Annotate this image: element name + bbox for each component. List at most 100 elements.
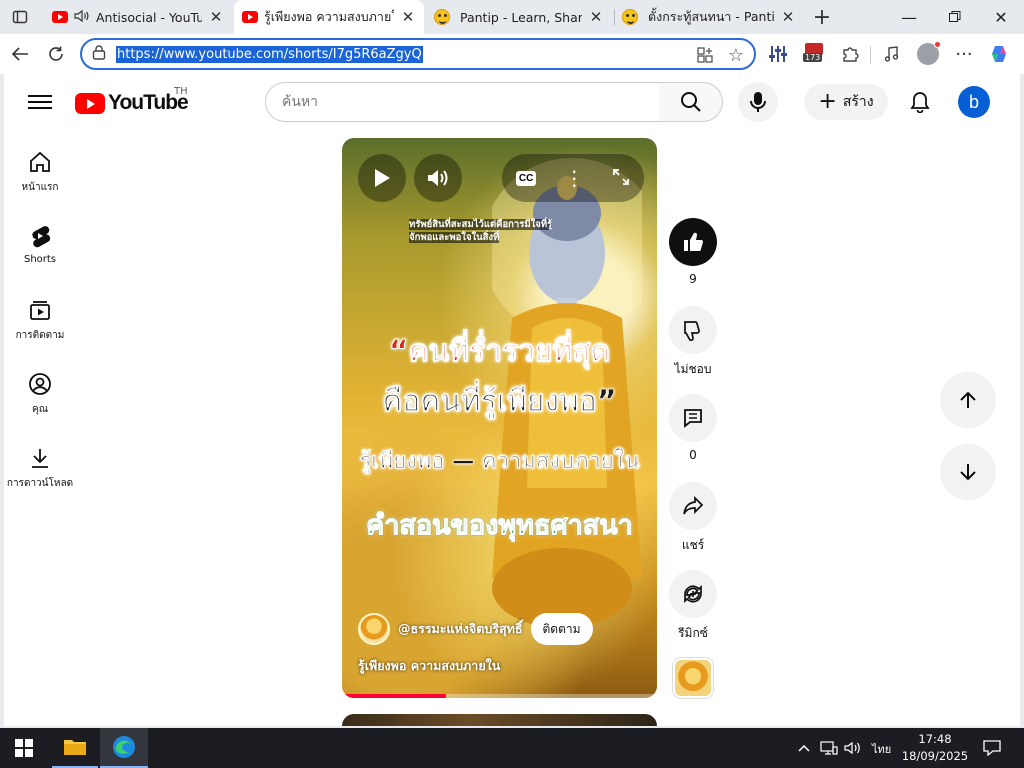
tab-title: รู้เพียงพอ ความสงบภายใน - YouTube	[264, 9, 394, 24]
overlay-caption-line: ทรัพย์สินที่สะสมไว้แต่คือการมีใจที่รู้	[409, 219, 553, 230]
remix-label: รีมิกซ์	[678, 626, 708, 640]
guide-item-subscriptions[interactable]: การติดตาม	[4, 286, 76, 360]
refresh-icon[interactable]	[42, 40, 70, 68]
tab-close-icon[interactable]: ✕	[208, 8, 224, 26]
account-avatar[interactable]: b	[958, 86, 990, 118]
like-count: 9	[689, 272, 697, 286]
profile-avatar-icon[interactable]	[914, 40, 942, 68]
folder-icon	[64, 740, 86, 755]
fullscreen-icon[interactable]	[612, 168, 630, 189]
arrow-down-icon	[960, 464, 976, 481]
next-short-preview[interactable]	[342, 714, 657, 726]
pantip-emoji-icon	[622, 9, 638, 25]
notification-center-icon[interactable]	[978, 728, 1006, 768]
close-window-icon[interactable]: ✕	[978, 0, 1024, 34]
guide-item-shorts[interactable]: Shorts	[4, 212, 76, 286]
favorite-star-icon[interactable]: ☆	[728, 45, 744, 66]
subscribe-button[interactable]: ติดตาม	[530, 613, 593, 645]
progress-bar[interactable]	[342, 694, 657, 698]
channel-row: @ธรรมะแห่งจิตบริสุทธิ์ ติดตาม	[358, 612, 593, 646]
new-tab-icon[interactable]: +	[808, 3, 836, 31]
you-icon	[29, 373, 51, 395]
like-button[interactable]	[669, 218, 717, 266]
comments-button[interactable]	[669, 394, 717, 442]
minimize-icon[interactable]: —	[886, 0, 932, 34]
taskbar-clock[interactable]: 17:48 18/09/2025	[900, 731, 970, 765]
guide-label: การติดตาม	[15, 330, 65, 341]
input-language[interactable]: ไทย	[872, 740, 891, 758]
tab-title: Pantip - Learn, Share & Fun	[460, 9, 582, 25]
captions-button[interactable]: CC	[515, 170, 537, 186]
restore-icon[interactable]	[932, 0, 978, 34]
extension-badge: 173	[803, 53, 823, 62]
previous-short-button[interactable]	[940, 372, 996, 428]
search-input[interactable]	[282, 94, 659, 110]
tab-close-icon[interactable]: ✕	[588, 8, 604, 26]
volume-tray-icon[interactable]	[842, 728, 864, 768]
tab-actions-icon[interactable]	[6, 3, 34, 31]
youtube-icon	[242, 11, 258, 23]
play-button[interactable]	[358, 154, 406, 202]
thumbs-up-icon	[684, 232, 703, 251]
edge-icon	[113, 736, 135, 758]
speaker-icon[interactable]	[74, 9, 90, 26]
search-box[interactable]	[265, 82, 660, 122]
volume-button[interactable]	[414, 154, 462, 202]
show-hidden-icons[interactable]	[794, 728, 814, 768]
file-explorer-taskbar[interactable]	[52, 728, 98, 768]
guide-item-you[interactable]: คุณ	[4, 360, 76, 434]
short-video-player[interactable]: CC ⋮ ทรัพย์สินที่สะสมไว้แต่คือการมีใจที่…	[342, 138, 657, 698]
tab-pantip-home[interactable]: Pantip - Learn, Share & Fun ✕	[426, 0, 612, 34]
more-options-icon[interactable]: ···	[950, 40, 978, 68]
extensions-puzzle-icon[interactable]	[836, 40, 864, 68]
site-info-lock-icon[interactable]	[92, 45, 106, 63]
equalizer-extension-icon[interactable]	[764, 40, 792, 68]
sound-thumbnail[interactable]	[673, 658, 713, 698]
video-tools: CC ⋮	[502, 154, 644, 202]
back-icon[interactable]	[6, 40, 34, 68]
remix-button[interactable]	[669, 570, 717, 618]
guide-item-downloads[interactable]: การดาวน์โหลด	[4, 434, 76, 508]
tab-close-icon[interactable]: ✕	[400, 8, 416, 26]
remix-action: รีมิกซ์	[669, 570, 717, 643]
download-icon	[32, 449, 48, 468]
hamburger-menu-icon[interactable]	[28, 92, 52, 112]
tab-close-icon[interactable]: ✕	[780, 8, 796, 26]
notifications-button[interactable]	[900, 82, 940, 122]
share-button[interactable]	[669, 482, 717, 530]
plus-icon: +	[818, 89, 837, 114]
like-action: 9	[669, 218, 717, 286]
tab-pantip-post[interactable]: ตั้งกระทู้สนทนา - Pantip ✕	[614, 0, 804, 34]
tab-active-short[interactable]: รู้เพียงพอ ความสงบภายใน - YouTube ✕	[234, 0, 424, 34]
tab-antisocial[interactable]: Antisocial - YouTube ✕	[44, 0, 232, 34]
channel-name[interactable]: @ธรรมะแห่งจิตบริสุทธิ์	[398, 619, 523, 639]
comment-count: 0	[689, 448, 697, 462]
remix-icon	[684, 584, 702, 604]
youtube-logo[interactable]: YouTube	[75, 91, 189, 115]
search-button[interactable]	[659, 82, 723, 122]
media-control-icon[interactable]	[878, 40, 906, 68]
more-vert-icon[interactable]: ⋮	[564, 168, 584, 188]
short-title[interactable]: รู้เพียงพอ ความสงบภายใน	[358, 656, 500, 676]
toolbar-divider	[870, 46, 871, 64]
calendar-extension-icon[interactable]: 173	[800, 40, 828, 68]
app-available-icon[interactable]	[696, 46, 714, 67]
address-bar[interactable]: https://www.youtube.com/shorts/I7g5R6aZg…	[80, 38, 756, 70]
dislike-button[interactable]	[669, 306, 717, 354]
voice-search-button[interactable]	[738, 82, 778, 122]
copilot-icon[interactable]	[986, 40, 1014, 68]
browser-tab-bar: Antisocial - YouTube ✕ รู้เพียงพอ ความสง…	[0, 0, 1024, 34]
tab-title: Antisocial - YouTube	[96, 9, 202, 25]
play-icon	[375, 169, 390, 187]
subscriptions-icon	[30, 301, 50, 320]
next-short-button[interactable]	[940, 444, 996, 500]
create-button[interactable]: + สร้าง	[804, 84, 888, 120]
guide-item-home[interactable]: หน้าแรก	[4, 138, 76, 212]
edge-taskbar[interactable]	[100, 728, 148, 768]
network-icon[interactable]	[818, 728, 840, 768]
channel-avatar[interactable]	[358, 613, 390, 645]
country-code: TH	[174, 86, 188, 97]
start-button[interactable]	[0, 728, 48, 768]
youtube-page: YouTube TH + สร้าง b หน้าแรก Shorts การต…	[4, 74, 1020, 726]
address-url[interactable]: https://www.youtube.com/shorts/I7g5R6aZg…	[116, 45, 423, 63]
